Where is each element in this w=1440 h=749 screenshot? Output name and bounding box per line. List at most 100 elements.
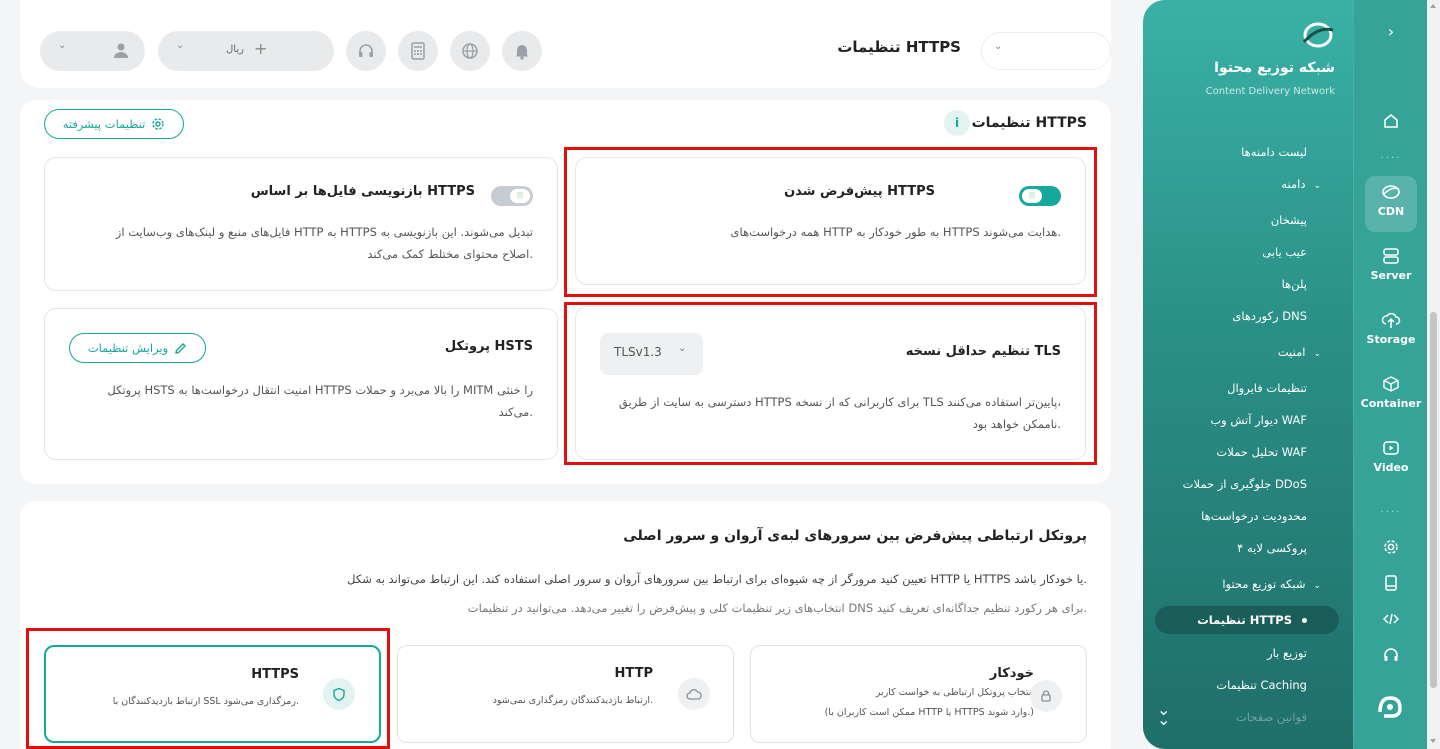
video-icon: [1383, 441, 1399, 455]
menu-load-balance[interactable]: توزیع بار: [1267, 646, 1307, 660]
menu-troubleshoot[interactable]: عیب یابی: [1262, 245, 1307, 259]
rail-storage-label: Storage: [1366, 333, 1416, 346]
rail-server[interactable]: Server: [1354, 247, 1427, 282]
menu-dashboard[interactable]: پیشخان: [1271, 213, 1307, 227]
lock-icon: [1030, 680, 1062, 712]
https-rewrite-title: بازنویسی فایل‌ها بر اساس HTTPS: [250, 184, 475, 199]
calculator-button[interactable]: [398, 31, 438, 71]
highlight-box-default-https: [564, 147, 1097, 297]
info-icon[interactable]: i: [944, 110, 970, 136]
protocol-http-desc: ارتباط بازدیدکنندگان رمزگذاری نمی‌شود.: [492, 695, 653, 706]
menu-domain-list[interactable]: لیست دامنه‌ها: [1241, 145, 1307, 159]
menu-caching[interactable]: تنظیمات Caching: [1216, 678, 1307, 692]
server-icon: [1383, 248, 1399, 264]
brand-logo-icon: [1301, 20, 1335, 54]
bell-icon: [515, 45, 529, 60]
menu-firewall[interactable]: تنظیمات فایروال: [1227, 381, 1307, 395]
headset-icon: [359, 44, 373, 57]
origin-protocol-title: پروتکل ارتباطی پیش‌فرض بین سرورهای لبه‌ی…: [623, 528, 1087, 544]
chevron-down-icon: ⌄: [1313, 181, 1321, 191]
arvan-logo-icon: [1378, 696, 1402, 718]
cube-icon: [1383, 376, 1399, 392]
menu-waf[interactable]: دیوار آتش وب WAF: [1210, 413, 1307, 427]
menu-layer4[interactable]: پروکسی لایه ۴: [1237, 541, 1307, 555]
scroll-thumb[interactable]: [1430, 312, 1437, 688]
collapse-sidebar-icon[interactable]: ›: [1354, 22, 1427, 41]
rail-support[interactable]: [1354, 646, 1427, 668]
protocol-auto-desc-2: (ممکن است کاربران با HTTP یا HTTPS وارد …: [824, 707, 1034, 718]
hsts-desc-2: می‌کند.: [498, 405, 533, 419]
menu-dns-records[interactable]: رکوردهای DNS: [1232, 309, 1307, 323]
chevron-down-icon: ⌄: [58, 40, 67, 51]
menu-group-security-label: امنیت: [1277, 345, 1306, 359]
toggle-knob: |||: [510, 189, 530, 203]
https-rewrite-card: بازنویسی فایل‌ها بر اساس HTTPS ||| فایل‌…: [44, 157, 558, 291]
rail-cdn[interactable]: CDN: [1354, 183, 1427, 218]
highlight-box-min-tls: [564, 302, 1097, 465]
origin-protocol-desc: تعیین کنید مرورگر از چه شیوه‌ای برای ارت…: [347, 572, 1087, 586]
plus-icon[interactable]: +: [254, 39, 267, 58]
gear-icon: [1384, 540, 1398, 554]
menu-group-domain[interactable]: دامنه ⌄: [1281, 177, 1321, 191]
menu-group-security[interactable]: امنیت ⌄: [1278, 345, 1321, 359]
rail-api[interactable]: [1354, 610, 1427, 632]
chevron-down-icon: ⌄: [176, 40, 185, 51]
chevrons-down-icon[interactable]: ⌄ ⌄: [1157, 702, 1170, 728]
menu-plans[interactable]: پلن‌ها: [1282, 277, 1307, 291]
book-icon: [1385, 575, 1397, 591]
menu-rate-limit[interactable]: محدودیت درخواست‌ها: [1201, 509, 1307, 523]
protocol-option-auto[interactable]: خودکار انتخاب پروتکل ارتباطی به خواست کا…: [750, 645, 1087, 743]
https-section-title: تنظیمات HTTPS: [971, 115, 1087, 131]
protocol-auto-title: خودکار: [989, 666, 1034, 681]
scroll-up-icon[interactable]: [1430, 4, 1436, 8]
rail-dots: ....: [1380, 150, 1402, 161]
scroll-down-icon[interactable]: [1430, 739, 1436, 743]
protocol-option-http[interactable]: HTTP ارتباط بازدیدکنندگان رمزگذاری نمی‌ش…: [397, 645, 734, 743]
menu-https-settings-label: تنظیمات HTTPS: [1197, 613, 1292, 627]
gear-icon: [152, 118, 165, 130]
menu-waf-analysis[interactable]: تحلیل حملات WAF: [1216, 445, 1307, 459]
menu-group-cdn[interactable]: شبکه توزیع محتوا ⌄: [1222, 577, 1321, 591]
menu-page-rules[interactable]: قوانین صفحات: [1236, 710, 1307, 724]
menu-https-settings[interactable]: تنظیمات HTTPS: [1197, 613, 1307, 627]
user-menu-button[interactable]: ⌄: [40, 31, 145, 71]
top-header: ⌄ ⌄ ریال + تنظیمات HTTPS ⌄: [20, 0, 1111, 88]
wallet-button[interactable]: ⌄ ریال +: [158, 31, 334, 71]
rail-video[interactable]: Video: [1354, 439, 1427, 474]
brand-subtitle: Content Delivery Network: [1205, 86, 1335, 97]
https-rewrite-desc-2: اصلاح محتوای مختلط کمک می‌کند.: [367, 247, 533, 261]
rail-home[interactable]: [1354, 112, 1427, 134]
language-button[interactable]: [450, 31, 490, 71]
chevron-down-icon: ⌄: [994, 41, 1003, 52]
menu-group-domain-label: دامنه: [1281, 177, 1306, 191]
menu-ddos[interactable]: جلوگیری از حملات DDoS: [1183, 477, 1307, 491]
highlight-box-https-option: [26, 628, 390, 749]
chevron-down-icon: ⌄: [1313, 581, 1321, 591]
protocol-http-title: HTTP: [614, 666, 653, 681]
rail-server-label: Server: [1370, 269, 1412, 282]
cloud-icon: [678, 678, 710, 710]
notifications-button[interactable]: [502, 31, 542, 71]
rail-container[interactable]: Container: [1354, 375, 1427, 410]
edit-hsts-button[interactable]: ویرایش تنظیمات: [69, 333, 206, 363]
rail-docs[interactable]: [1354, 574, 1427, 596]
hsts-desc-1: پروتکل HSTS امنیت انتقال درخواست‌ها به H…: [107, 383, 533, 397]
page-title: تنظیمات HTTPS: [837, 38, 961, 56]
page-scrollbar[interactable]: [1427, 0, 1440, 749]
rail-storage[interactable]: Storage: [1354, 311, 1427, 346]
headset-icon: [1384, 648, 1398, 661]
code-icon: [1382, 613, 1400, 625]
rail-cdn-label: CDN: [1377, 205, 1405, 218]
https-rewrite-toggle[interactable]: |||: [491, 186, 533, 206]
rail-container-label: Container: [1360, 397, 1422, 410]
rail-brand: [1354, 692, 1427, 726]
support-button[interactable]: [346, 31, 386, 71]
rail-settings[interactable]: [1354, 538, 1427, 560]
advanced-settings-button[interactable]: تنظیمات پیشرفته: [44, 109, 184, 139]
app-root: شبکه توزیع محتوا Content Delivery Networ…: [0, 0, 1440, 749]
sidebar-rail: › .... CDN Server Storage Container Vide…: [1353, 0, 1427, 749]
pencil-icon: [175, 342, 187, 354]
domain-select-dropdown[interactable]: ⌄: [981, 32, 1111, 70]
calculator-icon: [411, 42, 425, 60]
menu-group-cdn-label: شبکه توزیع محتوا: [1222, 577, 1306, 591]
